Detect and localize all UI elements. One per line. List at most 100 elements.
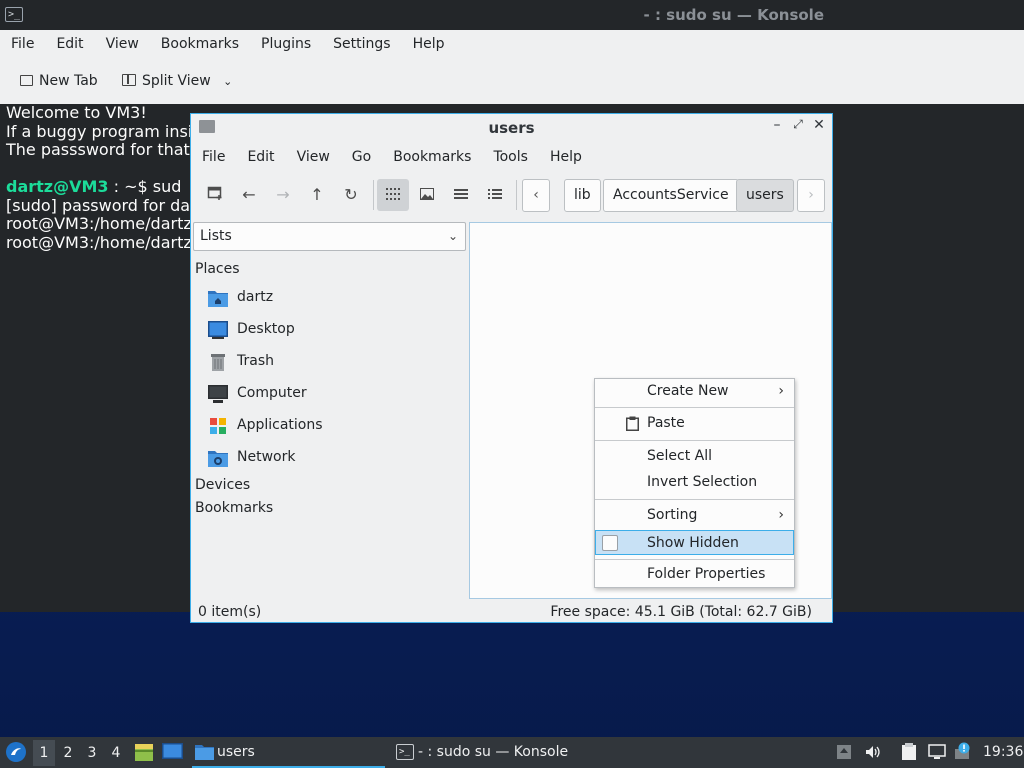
task-label: - : sudo su — Konsole xyxy=(418,744,569,760)
fm-window-title: users xyxy=(488,119,535,137)
applications-icon xyxy=(210,418,226,434)
konsole-menu-settings[interactable]: Settings xyxy=(322,30,401,60)
menu-item-create-new[interactable]: Create New › xyxy=(595,379,794,404)
menu-item-label: Create New xyxy=(647,383,729,399)
menu-item-label: Folder Properties xyxy=(647,566,766,582)
menu-item-paste[interactable]: Paste xyxy=(595,411,794,436)
menu-separator xyxy=(595,559,794,560)
menu-item-select-all[interactable]: Select All xyxy=(595,444,794,469)
updates-icon[interactable] xyxy=(954,742,972,760)
menu-item-label: Select All xyxy=(647,448,712,464)
context-menu: Create New › Paste Select All Invert Sel… xyxy=(594,378,795,588)
status-free-space: Free space: 45.1 GiB (Total: 62.7 GiB) xyxy=(550,604,812,620)
thumbnail-view-icon[interactable] xyxy=(411,179,443,211)
terminal-output[interactable]: Welcome to VM3! If a buggy program insis… xyxy=(6,103,206,252)
fm-menu-edit[interactable]: Edit xyxy=(236,142,285,172)
network-folder-icon xyxy=(208,451,228,467)
fm-menu-help[interactable]: Help xyxy=(539,142,593,172)
konsole-toolbar: New Tab Split View ⌄ xyxy=(0,60,1024,104)
workspace-4[interactable]: 4 xyxy=(105,740,127,766)
terminal-prompt-rest: : ~$ sud xyxy=(108,177,182,196)
fm-menu-view[interactable]: View xyxy=(286,142,341,172)
task-file-manager[interactable]: users xyxy=(192,738,385,768)
new-tab-button[interactable]: New Tab xyxy=(20,73,98,89)
konsole-menu-bookmarks[interactable]: Bookmarks xyxy=(150,30,250,60)
breadcrumb-users[interactable]: users xyxy=(736,179,794,212)
menu-separator xyxy=(595,440,794,441)
folder-icon xyxy=(195,745,214,760)
breadcrumb-accountsservice[interactable]: AccountsService xyxy=(603,179,739,212)
terminal-line: If a buggy program insis xyxy=(6,121,201,141)
taskbar: 1 2 3 4 users >_ - : sudo su — Konsole 1… xyxy=(0,737,1024,768)
notifications-icon[interactable] xyxy=(836,744,852,760)
workspace-3[interactable]: 3 xyxy=(81,740,103,766)
side-pane-mode-select[interactable]: Lists ⌄ xyxy=(193,222,466,251)
menu-item-label: Show Hidden xyxy=(647,535,739,551)
breadcrumb-scroll-right-button[interactable]: › xyxy=(797,179,825,212)
split-view-icon xyxy=(122,74,136,86)
breadcrumb-scroll-left-button[interactable]: ‹ xyxy=(522,179,550,212)
compact-view-icon[interactable] xyxy=(445,179,477,211)
clipboard-icon xyxy=(626,416,639,431)
show-hidden-checkbox[interactable] xyxy=(602,535,618,551)
fm-titlebar[interactable]: users – ⤢ ✕ xyxy=(191,114,832,141)
fm-menu-file[interactable]: File xyxy=(191,142,236,172)
konsole-menu-file[interactable]: File xyxy=(0,30,45,60)
desktop-icon xyxy=(208,321,228,339)
chevron-down-icon: ⌄ xyxy=(223,75,233,88)
menu-separator xyxy=(595,407,794,408)
konsole-menu-view[interactable]: View xyxy=(95,30,150,60)
devices-heading[interactable]: Devices xyxy=(195,477,250,493)
place-label: Trash xyxy=(237,353,274,369)
breadcrumb-lib[interactable]: lib xyxy=(564,179,601,212)
desktop-launcher-icon[interactable] xyxy=(162,743,183,761)
fm-menu-bookmarks[interactable]: Bookmarks xyxy=(382,142,482,172)
reload-icon[interactable]: ↻ xyxy=(335,179,367,211)
status-item-count: 0 item(s) xyxy=(198,604,262,620)
detailed-list-view-icon[interactable] xyxy=(479,179,511,211)
up-arrow-icon[interactable]: ↑ xyxy=(301,179,333,211)
icon-view-icon[interactable] xyxy=(377,179,409,211)
start-menu-icon[interactable] xyxy=(5,741,27,763)
clipboard-icon[interactable] xyxy=(900,743,918,761)
side-pane-mode-value: Lists xyxy=(200,228,232,244)
chevron-right-icon: › xyxy=(778,383,784,399)
konsole-title: - : sudo su — Konsole xyxy=(643,6,824,24)
network-monitor-icon[interactable] xyxy=(928,744,946,760)
terminal-line: The passsword for that a xyxy=(6,140,205,159)
menu-item-sorting[interactable]: Sorting › xyxy=(595,503,794,528)
back-arrow-icon[interactable]: ← xyxy=(233,179,265,211)
menu-item-folder-properties[interactable]: Folder Properties xyxy=(595,562,794,587)
konsole-menubar: File Edit View Bookmarks Plugins Setting… xyxy=(0,30,1024,60)
bookmarks-heading[interactable]: Bookmarks xyxy=(195,500,273,516)
split-view-button[interactable]: Split View ⌄ xyxy=(122,73,232,89)
menu-item-invert-selection[interactable]: Invert Selection xyxy=(595,470,794,495)
terminal-icon: >_ xyxy=(5,7,23,22)
terminal-line: root@VM3:/home/dartz# xyxy=(6,214,206,233)
terminal-line: Welcome to VM3! xyxy=(6,103,147,122)
konsole-menu-help[interactable]: Help xyxy=(402,30,456,60)
forward-arrow-icon[interactable]: → xyxy=(267,179,299,211)
menu-separator xyxy=(595,499,794,500)
place-label: Applications xyxy=(237,417,323,433)
close-icon[interactable]: ✕ xyxy=(810,117,828,133)
toolbar-separator xyxy=(373,180,374,210)
terminal-line: root@VM3:/home/dartz# xyxy=(6,232,206,252)
menu-item-show-hidden[interactable]: Show Hidden xyxy=(595,530,794,555)
maximize-icon[interactable]: ⤢ xyxy=(789,117,807,132)
volume-icon[interactable] xyxy=(864,744,880,760)
konsole-menu-edit[interactable]: Edit xyxy=(45,30,94,60)
new-tab-icon[interactable] xyxy=(199,179,231,211)
konsole-menu-plugins[interactable]: Plugins xyxy=(250,30,322,60)
task-label: users xyxy=(217,744,255,760)
fm-menu-go[interactable]: Go xyxy=(341,142,382,172)
fm-menu-tools[interactable]: Tools xyxy=(482,142,539,172)
minimize-icon[interactable]: – xyxy=(768,117,786,133)
workspace-1[interactable]: 1 xyxy=(33,740,55,766)
file-manager-launcher-icon[interactable] xyxy=(134,742,154,762)
new-tab-label: New Tab xyxy=(39,73,98,89)
workspace-2[interactable]: 2 xyxy=(57,740,79,766)
places-heading[interactable]: Places xyxy=(195,261,240,277)
task-konsole[interactable]: >_ - : sudo su — Konsole xyxy=(393,738,593,768)
clock[interactable]: 19:36 xyxy=(983,744,1023,760)
